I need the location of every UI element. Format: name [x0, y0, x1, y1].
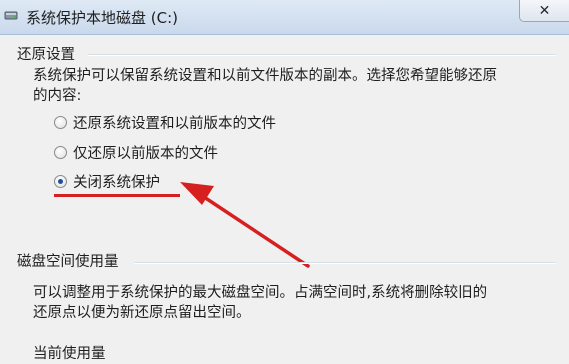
disk-usage-heading: 磁盘空间使用量: [17, 254, 119, 270]
disk-description-line1: 可以调整用于系统保护的最大磁盘空间。占满空间时,系统将删除较旧的: [33, 285, 488, 301]
current-usage-label: 当前使用量: [33, 346, 106, 362]
disk-description-line2: 还原点以便为新还原点留出空间。: [33, 305, 251, 321]
group-divider: [134, 262, 556, 263]
